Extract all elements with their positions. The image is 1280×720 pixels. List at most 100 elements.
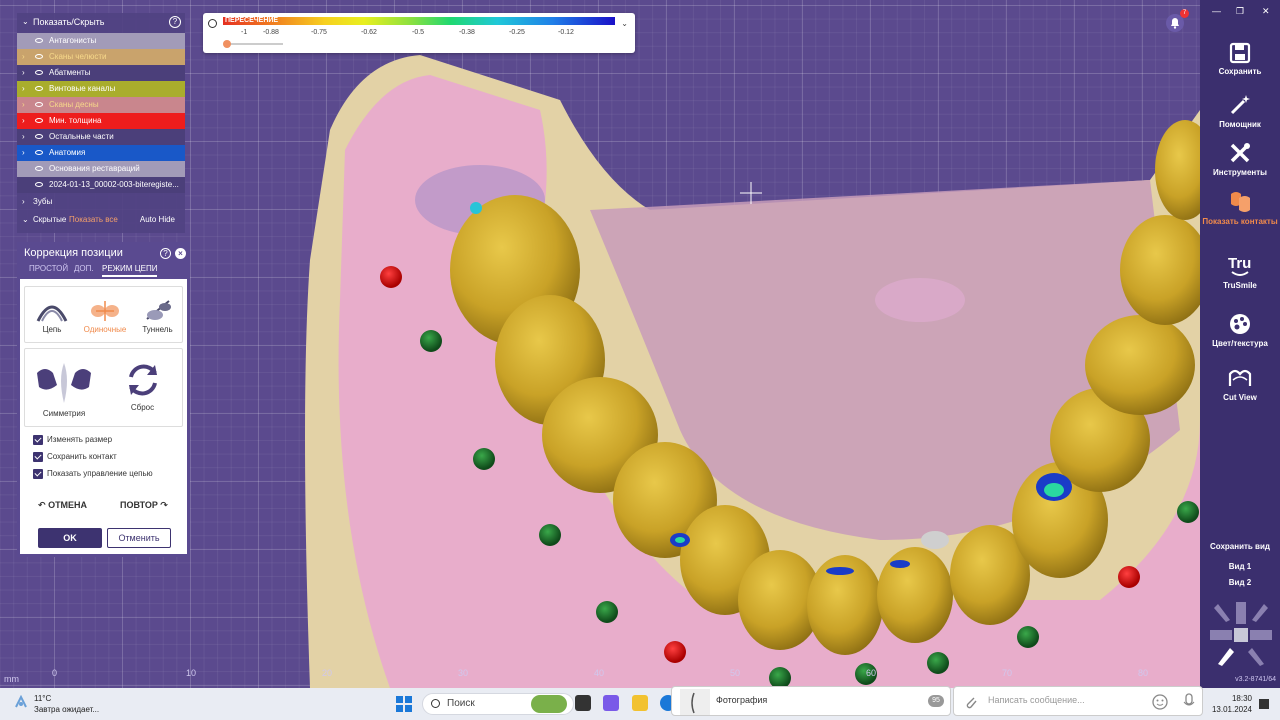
window-controls: — ❐ ✕ [1200, 6, 1280, 18]
tab-simple[interactable]: ПРОСТОЙ [29, 264, 68, 273]
chevron-right-icon[interactable]: › [22, 193, 25, 211]
color-texture-button[interactable]: Цвет/текстура [1200, 312, 1280, 348]
colorbar-tick: -1 [241, 29, 248, 36]
widget-icon[interactable] [531, 695, 567, 713]
file-explorer-icon[interactable] [632, 695, 648, 711]
checkbox-keep-contact[interactable]: Сохранить контакт [33, 451, 117, 463]
chain-tool[interactable]: Цепь [32, 297, 72, 334]
tab-chain-mode[interactable]: РЕЖИМ ЦЕПИ [102, 264, 158, 277]
tunnel-tool[interactable]: Туннель [135, 297, 180, 334]
chevron-down-icon[interactable]: ⌄ [22, 211, 29, 229]
layer-panel-header[interactable]: ⌄ Показать/Скрыть ? [17, 13, 185, 33]
checkbox-show-chain-control[interactable]: Показать управление цепью [33, 468, 153, 480]
trusmile-button[interactable]: Tru TruSmile [1200, 254, 1280, 290]
help-icon[interactable]: ? [160, 248, 171, 259]
checkbox-checked-icon[interactable] [33, 469, 43, 479]
expand-chevron-icon[interactable]: › [22, 145, 25, 161]
photo-label: Фотография [716, 695, 768, 705]
redo-button[interactable]: ПОВТОР ↷ [120, 500, 168, 511]
clock-date: 13.01.2024 [1211, 705, 1252, 714]
photo-attachment-card[interactable]: Фотография 95 [671, 686, 951, 716]
emoji-icon[interactable] [1152, 694, 1168, 710]
symmetry-button[interactable]: Симметрия [35, 359, 93, 418]
layer-label: Антагонисты [49, 36, 97, 45]
layer-label: Остальные части [49, 132, 114, 141]
checkbox-resize[interactable]: Изменять размер [33, 434, 112, 446]
help-icon[interactable]: ? [169, 16, 181, 28]
layer-group-label: Зубы [33, 197, 53, 206]
expand-chevron-icon[interactable]: › [22, 113, 25, 129]
layer-group-teeth[interactable]: › Зубы [17, 193, 185, 211]
layer-row[interactable]: Антагонисты [17, 33, 185, 49]
view-direction-cube-icon[interactable] [1208, 600, 1274, 668]
layer-row[interactable]: › Мин. толщина [17, 113, 185, 129]
paperclip-icon[interactable] [964, 695, 978, 709]
system-clock[interactable]: 18:30 13.01.2024 [1210, 693, 1252, 715]
photo-thumbnail-icon [680, 689, 710, 715]
eye-icon[interactable] [35, 134, 43, 139]
layer-row[interactable]: Основания реставраций [17, 161, 185, 177]
chevron-down-icon[interactable]: ⌄ [22, 17, 29, 26]
undo-button[interactable]: ↶ ОТМЕНА [38, 500, 87, 511]
checkbox-checked-icon[interactable] [33, 435, 43, 445]
gauge-icon[interactable] [208, 19, 217, 28]
cut-view-button[interactable]: Cut View [1200, 366, 1280, 402]
version-label: v3.2-8741/64 [1235, 676, 1276, 683]
weather-widget[interactable]: 11°C Завтра ожидает... [14, 693, 99, 715]
undo-label: ОТМЕНА [48, 500, 88, 510]
windows-start-icon[interactable] [396, 696, 412, 712]
layer-group-hidden[interactable]: ⌄ Скрытые Показать все Auto Hide [17, 211, 185, 229]
checkbox-checked-icon[interactable] [33, 452, 43, 462]
threshold-slider-track[interactable] [227, 43, 283, 45]
layer-row[interactable]: › Винтовые каналы [17, 81, 185, 97]
eye-icon[interactable] [35, 86, 43, 91]
message-placeholder: Написать сообщение... [988, 695, 1085, 705]
save-view-button[interactable]: Сохранить вид [1200, 542, 1280, 551]
eye-icon[interactable] [35, 102, 43, 107]
show-all-link[interactable]: Показать все [69, 211, 118, 229]
task-view-icon[interactable] [575, 695, 591, 711]
layer-row[interactable]: › Анатомия [17, 145, 185, 161]
layer-row[interactable]: › Абатменты [17, 65, 185, 81]
close-window-icon[interactable]: ✕ [1262, 6, 1270, 17]
close-icon[interactable]: × [175, 248, 186, 259]
restore-icon[interactable]: ❐ [1236, 6, 1244, 17]
microphone-icon[interactable] [1182, 693, 1196, 711]
minimize-icon[interactable]: — [1212, 6, 1221, 16]
tab-advanced[interactable]: ДОП. [74, 264, 94, 273]
eye-icon[interactable] [35, 118, 43, 123]
eye-icon[interactable] [35, 54, 43, 59]
tools-button[interactable]: Инструменты [1200, 141, 1280, 177]
eye-icon[interactable] [35, 38, 43, 43]
expand-chevron-icon[interactable]: › [22, 129, 25, 145]
expand-chevron-icon[interactable]: › [22, 65, 25, 81]
eye-icon[interactable] [35, 70, 43, 75]
single-tool[interactable]: Одиночные [80, 297, 130, 334]
message-input[interactable]: Написать сообщение... [953, 686, 1203, 716]
threshold-slider-handle[interactable] [223, 40, 231, 48]
expand-chevron-icon[interactable]: › [22, 81, 25, 97]
layer-row[interactable]: › Остальные части [17, 129, 185, 145]
chat-app-icon[interactable] [603, 695, 619, 711]
view-2-button[interactable]: Вид 2 [1200, 578, 1280, 587]
eye-icon[interactable] [35, 166, 43, 171]
colorbar-tick: -0.12 [558, 29, 574, 36]
reset-button[interactable]: Сброс [120, 359, 165, 412]
layer-row[interactable]: › Сканы челюсти [17, 49, 185, 65]
notification-center-icon[interactable] [1258, 698, 1270, 710]
assistant-button[interactable]: Помощник [1200, 93, 1280, 129]
axis-tick: 70 [1002, 668, 1013, 678]
eye-icon[interactable] [35, 182, 43, 187]
cancel-button[interactable]: Отменить [107, 528, 171, 548]
layer-row[interactable]: 2024-01-13_00002-003-biteregiste... [17, 177, 185, 193]
expand-chevron-icon[interactable]: › [22, 49, 25, 65]
auto-hide-toggle[interactable]: Auto Hide [140, 211, 175, 229]
show-contacts-button[interactable]: Показать контакты [1200, 190, 1280, 226]
ok-button[interactable]: OK [38, 528, 102, 548]
save-button[interactable]: Сохранить [1200, 42, 1280, 76]
layer-row[interactable]: › Сканы десны [17, 97, 185, 113]
expand-chevron-icon[interactable]: › [22, 97, 25, 113]
eye-icon[interactable] [35, 150, 43, 155]
chevron-down-icon[interactable]: ⌄ [621, 19, 628, 28]
view-1-button[interactable]: Вид 1 [1200, 562, 1280, 571]
